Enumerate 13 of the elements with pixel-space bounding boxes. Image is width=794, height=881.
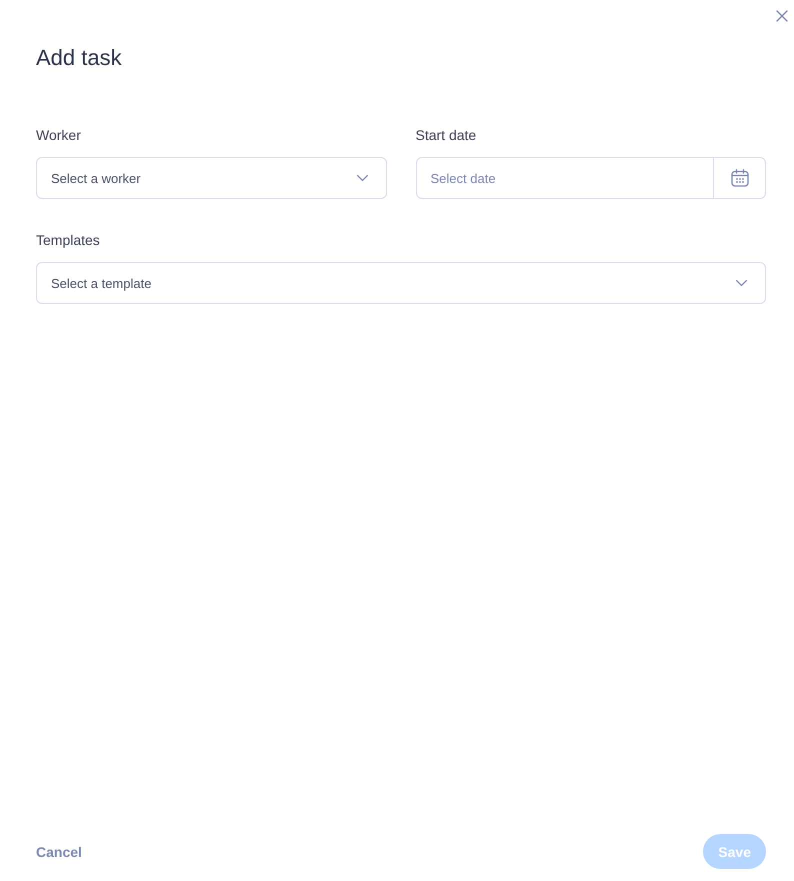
dropdown-field[interactable]: Select a worker: [36, 157, 386, 199]
close-icon[interactable]: [776, 10, 788, 22]
chevron-down-icon: [356, 175, 368, 181]
field-label: Worker: [36, 126, 81, 145]
chevron-down-icon: [736, 280, 747, 286]
cancel-button[interactable]: Cancel: [36, 844, 82, 860]
calendar-icon: [730, 169, 748, 187]
dialog-title: Add task: [36, 44, 122, 72]
dropdown-input[interactable]: Select a worker: [37, 158, 348, 198]
field-label: Templates: [36, 231, 100, 250]
field-label: Start date: [416, 126, 476, 145]
date-field[interactable]: Select date: [416, 157, 766, 199]
date-input[interactable]: Select date: [416, 158, 713, 198]
